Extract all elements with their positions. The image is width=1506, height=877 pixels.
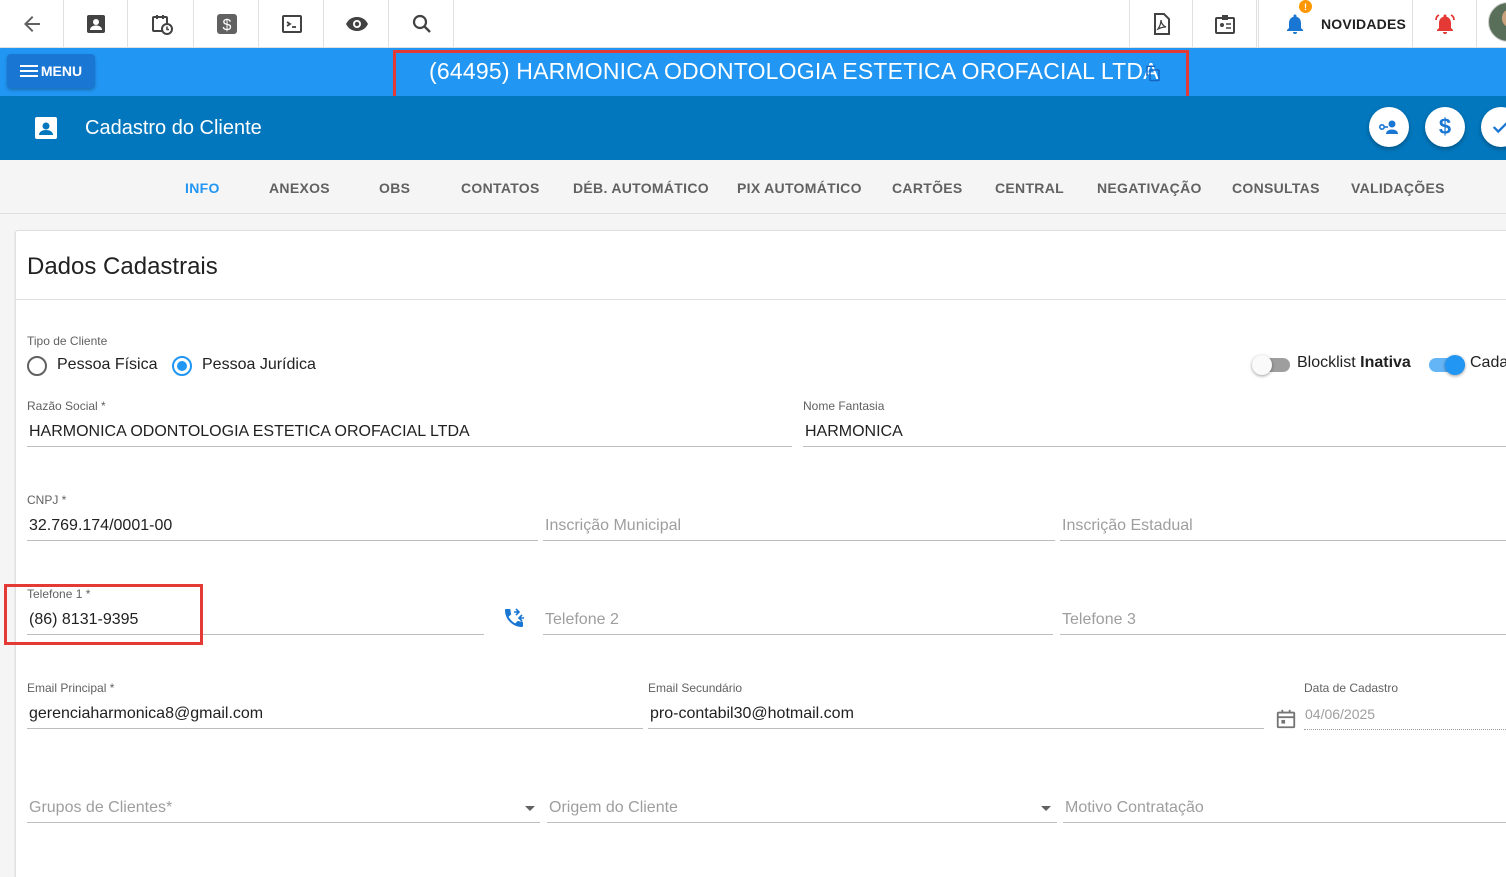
grupos-clientes-select[interactable]: Grupos de Clientes* <box>29 799 172 817</box>
page-title: Cadastro do Cliente <box>85 117 262 139</box>
divider <box>16 299 1506 300</box>
cnpj-field[interactable]: 32.769.174/0001-00 <box>29 517 172 535</box>
svg-text:$: $ <box>222 17 231 34</box>
radio-pessoa-fisica-label: Pessoa Física <box>57 356 158 373</box>
field-underline <box>648 728 1264 729</box>
user-key-button[interactable] <box>1369 107 1409 147</box>
section-title: Dados Cadastrais <box>27 253 218 280</box>
back-arrow-icon[interactable] <box>0 0 64 48</box>
blocklist-label: Blocklist Inativa <box>1297 354 1411 371</box>
tab-cartoes[interactable]: CARTÕES <box>892 180 963 196</box>
chevron-down-icon[interactable] <box>525 806 535 811</box>
field-underline <box>27 822 540 823</box>
tab-contatos[interactable]: CONTATOS <box>461 180 540 196</box>
razao-social-field[interactable]: HARMONICA ODONTOLOGIA ESTETICA OROFACIAL… <box>29 423 470 441</box>
terminal-icon[interactable] <box>260 0 324 48</box>
nome-fantasia-field[interactable]: HARMONICA <box>805 423 903 441</box>
dollar-icon: $ <box>1438 114 1452 139</box>
calendar-clock-icon[interactable] <box>130 0 194 48</box>
telefone2-field[interactable]: Telefone 2 <box>545 611 619 629</box>
highlight-box-telefone <box>4 584 203 645</box>
bell-icon <box>1287 14 1303 34</box>
field-underline <box>1060 634 1506 635</box>
radio-pessoa-fisica[interactable] <box>27 356 47 376</box>
chevron-down-icon[interactable] <box>1041 806 1051 811</box>
hamburger-icon <box>19 62 38 80</box>
novidades-button[interactable]: ! NOVIDADES <box>1258 0 1413 48</box>
pdf-icon[interactable] <box>1129 0 1193 48</box>
email-principal-field[interactable]: gerenciaharmonica8@gmail.com <box>29 705 263 723</box>
field-underline <box>27 446 792 447</box>
calendar-icon[interactable] <box>1275 708 1297 730</box>
financial-button[interactable]: $ <box>1425 107 1465 147</box>
data-cadastro-label: Data de Cadastro <box>1304 681 1399 695</box>
cadastro-toggle[interactable] <box>1429 355 1465 375</box>
tab-deb-automatico[interactable]: DÉB. AUTOMÁTICO <box>573 180 709 196</box>
badge-icon[interactable] <box>1193 0 1257 48</box>
eye-icon[interactable] <box>325 0 389 48</box>
phone-forward-icon[interactable] <box>502 606 526 630</box>
tab-central[interactable]: CENTRAL <box>995 180 1064 196</box>
tab-pix-automatico[interactable]: PIX AUTOMÁTICO <box>737 180 862 196</box>
avatar[interactable] <box>1488 2 1506 42</box>
data-cadastro-field: 04/06/2025 <box>1305 706 1376 722</box>
tipo-cliente-label: Tipo de Cliente <box>27 334 108 348</box>
telefone3-field[interactable]: Telefone 3 <box>1062 611 1136 629</box>
check-icon <box>1492 122 1506 134</box>
email-secundario-label: Email Secundário <box>648 681 743 695</box>
tab-info[interactable]: INFO <box>185 180 220 196</box>
inscricao-estadual-field[interactable]: Inscrição Estadual <box>1062 517 1193 535</box>
user-key-icon <box>1378 120 1398 134</box>
tab-bar: INFO ANEXOS OBS CONTATOS DÉB. AUTOMÁTICO… <box>0 160 1506 214</box>
contact-card-icon <box>35 117 57 139</box>
cadastro-toggle-label: Cada <box>1470 354 1506 371</box>
inscricao-municipal-field[interactable]: Inscrição Municipal <box>545 517 681 535</box>
blocklist-state: Inativa <box>1360 354 1411 371</box>
confirm-button[interactable] <box>1481 107 1506 147</box>
top-toolbar: $ ! NOVIDADES <box>0 0 1506 48</box>
tab-obs[interactable]: OBS <box>379 180 410 196</box>
tab-anexos[interactable]: ANEXOS <box>269 180 330 196</box>
field-underline <box>27 540 538 541</box>
tab-negativacao[interactable]: NEGATIVAÇÃO <box>1097 180 1202 196</box>
menu-button[interactable]: MENU <box>7 54 95 88</box>
field-underline <box>547 822 1057 823</box>
novidades-label: NOVIDADES <box>1321 16 1407 32</box>
field-underline <box>543 540 1055 541</box>
search-icon[interactable] <box>390 0 454 48</box>
blocklist-toggle[interactable] <box>1252 355 1290 375</box>
motivo-contratacao-select[interactable]: Motivo Contratação <box>1065 799 1204 817</box>
page-header: Cadastro do Cliente $ <box>0 96 1506 160</box>
field-underline <box>1063 822 1506 823</box>
field-underline <box>27 728 643 729</box>
tab-consultas[interactable]: CONSULTAS <box>1232 180 1320 196</box>
notification-badge: ! <box>1299 0 1312 13</box>
razao-social-label: Razão Social * <box>27 399 106 413</box>
radio-pessoa-juridica[interactable] <box>172 356 192 376</box>
tab-validacoes[interactable]: VALIDAÇÕES <box>1351 180 1445 196</box>
origem-cliente-select[interactable]: Origem do Cliente <box>549 799 678 817</box>
field-underline <box>803 446 1506 447</box>
menu-label: MENU <box>40 63 83 79</box>
dados-cadastrais-card: Dados Cadastrais Tipo de Cliente Pessoa … <box>15 230 1506 877</box>
nome-fantasia-label: Nome Fantasia <box>803 399 885 413</box>
contact-card-icon[interactable] <box>64 0 128 48</box>
field-underline <box>543 634 1053 635</box>
email-secundario-field[interactable]: pro-contabil30@hotmail.com <box>650 705 854 723</box>
field-underline <box>1060 540 1506 541</box>
alarm-icon[interactable] <box>1413 0 1477 48</box>
dollar-icon[interactable]: $ <box>195 0 259 48</box>
radio-pessoa-juridica-label: Pessoa Jurídica <box>202 356 316 373</box>
email-principal-label: Email Principal * <box>27 681 115 695</box>
cnpj-label: CNPJ * <box>27 493 67 507</box>
field-underline <box>1304 729 1506 730</box>
